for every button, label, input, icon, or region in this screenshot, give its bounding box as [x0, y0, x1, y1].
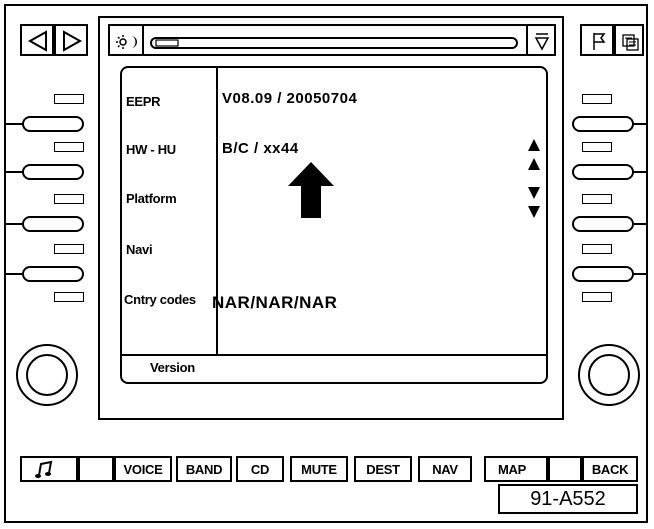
right-softkey-2[interactable]	[572, 164, 634, 180]
left-softkey-2[interactable]	[22, 164, 84, 180]
left-volume-knob[interactable]	[16, 344, 78, 406]
sun-moon-icon	[116, 35, 137, 49]
row-value-hw-hu: B/C / xx44	[222, 140, 299, 157]
left-softkey-2-stub	[4, 171, 24, 173]
map-button[interactable]: MAP	[484, 456, 548, 482]
screen-copy-icon	[622, 34, 639, 51]
right-softkey-1[interactable]	[572, 116, 634, 132]
right-indicator-5	[582, 292, 612, 302]
music-button[interactable]	[20, 456, 78, 482]
nav-button[interactable]: NAV	[418, 456, 472, 482]
right-softkey-3[interactable]	[572, 216, 634, 232]
right-softkey-4[interactable]	[572, 266, 634, 282]
right-indicator-3	[582, 194, 612, 204]
cd-button[interactable]: CD	[236, 456, 284, 482]
row-label-platform: Platform	[126, 191, 177, 206]
left-softkey-1[interactable]	[22, 116, 84, 132]
back-button[interactable]: BACK	[582, 456, 638, 482]
left-softkey-3[interactable]	[22, 216, 84, 232]
day-night-button[interactable]	[108, 24, 144, 56]
right-softkey-3-stub	[632, 223, 648, 225]
left-indicator-2	[54, 142, 84, 152]
screen-copy-button[interactable]	[614, 24, 644, 56]
left-softkey-3-stub	[4, 223, 24, 225]
triangle-left-icon	[27, 30, 47, 52]
right-softkey-4-stub	[632, 273, 648, 275]
music-note-icon	[35, 460, 53, 478]
eject-button[interactable]	[526, 24, 556, 56]
cd-slot	[144, 24, 526, 56]
left-softkey-4[interactable]	[22, 266, 84, 282]
flag-icon	[593, 33, 606, 50]
left-indicator-1	[54, 94, 84, 104]
right-indicator-2	[582, 142, 612, 152]
next-button[interactable]	[54, 24, 88, 56]
right-knob-ring	[588, 354, 630, 396]
left-indicator-5	[54, 292, 84, 302]
right-softkey-2-stub	[632, 171, 648, 173]
eject-icon	[534, 33, 550, 51]
row-label-hw-hu: HW - HU	[126, 142, 176, 157]
row-value-cntry-codes: NAR/NAR/NAR	[212, 293, 338, 312]
triangle-right-icon	[63, 30, 83, 52]
blank-button-1[interactable]	[78, 456, 114, 482]
dest-button[interactable]: DEST	[354, 456, 412, 482]
screen-footer-label: Version	[150, 360, 195, 375]
right-softkey-1-stub	[632, 123, 648, 125]
right-tune-knob[interactable]	[578, 344, 640, 406]
screen-footer-divider	[122, 354, 546, 356]
row-label-navi: Navi	[126, 242, 153, 257]
band-button[interactable]: BAND	[176, 456, 232, 482]
cd-slot-icon	[150, 37, 518, 49]
row-label-cntry-codes: Cntry codes	[124, 292, 196, 307]
right-indicator-1	[582, 94, 612, 104]
left-indicator-4	[54, 244, 84, 254]
arrow-up-icon	[288, 162, 334, 218]
right-indicator-4	[582, 244, 612, 254]
left-indicator-3	[54, 194, 84, 204]
blank-button-2[interactable]	[548, 456, 582, 482]
left-softkey-4-stub	[4, 273, 24, 275]
left-knob-ring	[26, 354, 68, 396]
left-softkey-1-stub	[4, 123, 24, 125]
scroll-up-icon[interactable]	[526, 136, 546, 176]
flag-button[interactable]	[580, 24, 614, 56]
figure-id-label: 91-A552	[498, 484, 638, 514]
row-label-eepr: EEPR	[126, 94, 161, 109]
voice-button[interactable]: VOICE	[114, 456, 172, 482]
scroll-down-icon[interactable]	[526, 184, 546, 224]
row-value-eepr: V08.09 / 20050704	[222, 90, 358, 107]
mute-button[interactable]: MUTE	[290, 456, 348, 482]
prev-button[interactable]	[20, 24, 54, 56]
